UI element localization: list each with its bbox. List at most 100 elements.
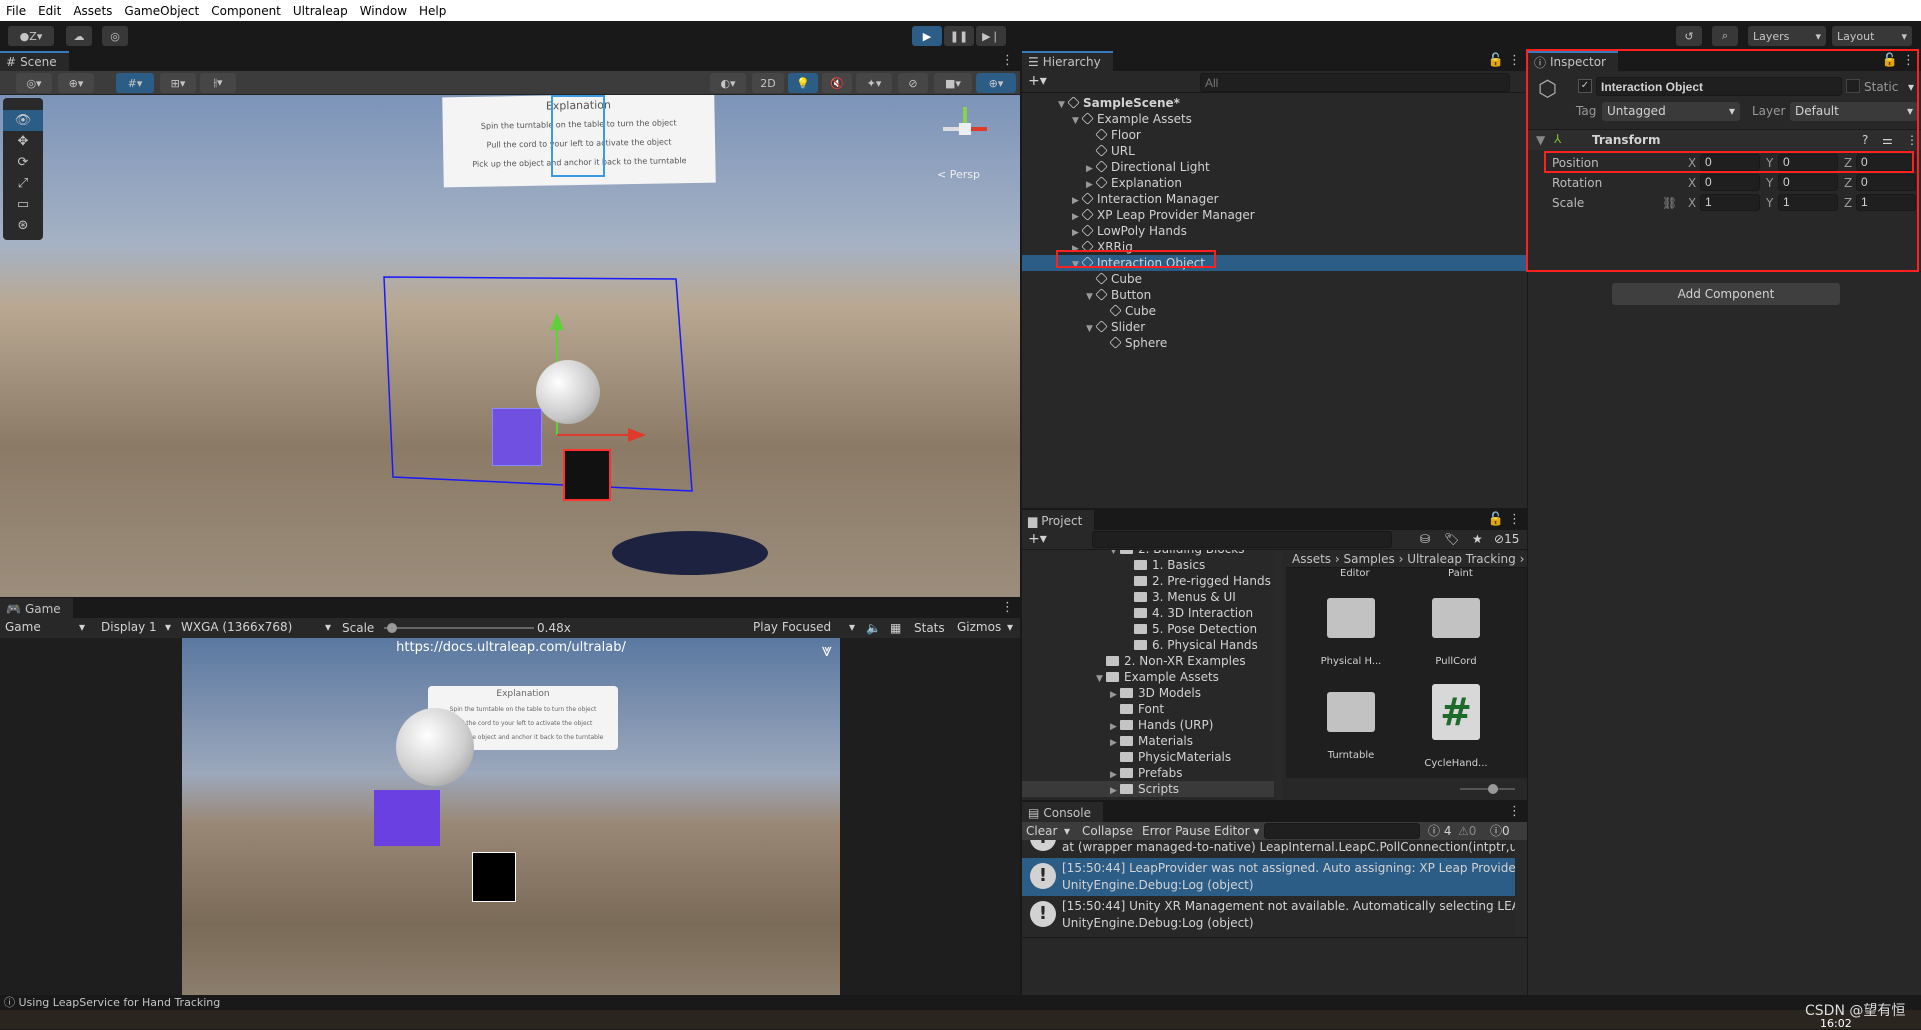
- position-z-input[interactable]: [1856, 154, 1916, 171]
- more-icon[interactable]: ⋮: [1001, 600, 1014, 615]
- project-folder[interactable]: Font: [1022, 701, 1274, 717]
- menu-gameobject[interactable]: GameObject: [124, 4, 199, 18]
- component-menu-icon[interactable]: ⋮: [1906, 133, 1918, 147]
- add-component-button[interactable]: Add Component: [1612, 283, 1840, 305]
- editor-dropdown[interactable]: Editor ▾: [1214, 822, 1259, 840]
- help-icon[interactable]: ?: [1862, 133, 1868, 147]
- tab-console[interactable]: ▤ Console: [1022, 802, 1103, 822]
- rect-tool-icon[interactable]: ▭: [3, 194, 43, 215]
- menu-assets[interactable]: Assets: [73, 4, 112, 18]
- scale-slider[interactable]: [384, 623, 534, 633]
- hidden-packages-icon[interactable]: ⊘15: [1494, 532, 1519, 546]
- project-folder[interactable]: ▶ Scripts: [1022, 781, 1274, 797]
- more-icon[interactable]: ⋮: [1508, 804, 1521, 819]
- project-folder[interactable]: PhysicMaterials: [1022, 749, 1274, 765]
- console-search-input[interactable]: [1264, 823, 1420, 839]
- favorite-icon[interactable]: ★: [1472, 532, 1483, 546]
- scene-viewport[interactable]: Explanation Spin the turntable on the ta…: [0, 95, 1020, 597]
- scale-slider-knob[interactable]: [386, 623, 397, 633]
- tab-game[interactable]: 🎮 Game: [0, 598, 73, 618]
- static-checkbox[interactable]: [1846, 79, 1860, 93]
- more-icon[interactable]: 🔓 ⋮: [1488, 512, 1521, 527]
- view-dropdown[interactable]: Game: [0, 618, 90, 637]
- position-x-input[interactable]: [1700, 154, 1760, 171]
- effects-icon[interactable]: ✦▾: [856, 73, 892, 93]
- collapse-button[interactable]: Collapse: [1082, 822, 1133, 840]
- project-folder[interactable]: ▶ Materials: [1022, 733, 1274, 749]
- filter-type-icon[interactable]: ⛁: [1420, 532, 1430, 546]
- scale-z-input[interactable]: [1856, 194, 1916, 211]
- tag-dropdown[interactable]: Untagged: [1602, 102, 1740, 121]
- icon-size-slider[interactable]: [1488, 784, 1498, 794]
- rotation-z-input[interactable]: [1856, 174, 1916, 191]
- menu-ultraleap[interactable]: Ultraleap: [293, 4, 348, 18]
- hierarchy-item[interactable]: ▼ Button: [1022, 287, 1527, 303]
- console-entry[interactable]: ! [15:50:44] LeapProvider was not assigne…: [1022, 858, 1515, 896]
- hierarchy-item[interactable]: Sphere: [1022, 335, 1527, 351]
- hierarchy-item[interactable]: Cube: [1022, 271, 1527, 287]
- lighting-icon[interactable]: 💡: [788, 73, 818, 93]
- camera-icon[interactable]: ■▾: [934, 73, 972, 93]
- active-checkbox[interactable]: ✓: [1578, 79, 1592, 93]
- increment-snap-icon[interactable]: ⫲▾: [200, 73, 236, 93]
- more-icon[interactable]: 🔓 ⋮: [1488, 53, 1521, 68]
- more-icon[interactable]: 🔓 ⋮: [1882, 53, 1915, 68]
- layout-dropdown[interactable]: Layout ▾: [1832, 26, 1912, 46]
- project-folder[interactable]: ▶ Hands (URP): [1022, 717, 1274, 733]
- step-button[interactable]: ▶❘: [976, 26, 1006, 46]
- tab-scene[interactable]: # Scene: [0, 51, 69, 71]
- constrain-proportions-icon[interactable]: ⛓: [1662, 196, 1677, 210]
- asset-item[interactable]: Turntable: [1306, 692, 1396, 761]
- view-tool-icon[interactable]: 👁: [3, 110, 43, 131]
- stats-grid-icon[interactable]: ▦: [890, 621, 901, 635]
- hierarchy-item[interactable]: ▼ Slider: [1022, 319, 1527, 335]
- console-entry[interactable]: ![15:50:42] Exception: System.Threading.…: [1022, 840, 1515, 858]
- project-folder[interactable]: ▶ 3D Models: [1022, 685, 1274, 701]
- project-folder[interactable]: ▶ Prefabs: [1022, 765, 1274, 781]
- breadcrumb-assets[interactable]: Assets: [1292, 552, 1331, 566]
- shading-icon[interactable]: ◐▾: [710, 73, 746, 93]
- expand-arrow-icon[interactable]: ▶: [1110, 783, 1120, 799]
- project-folder[interactable]: 6. Physical Hands: [1022, 637, 1274, 653]
- hierarchy-item[interactable]: ▶ XP Leap Provider Manager: [1022, 207, 1527, 223]
- menu-window[interactable]: Window: [360, 4, 407, 18]
- rotate-tool-icon[interactable]: ⟳: [3, 152, 43, 173]
- play-button[interactable]: ▶: [912, 26, 942, 46]
- move-tool-icon[interactable]: ✥: [3, 131, 43, 152]
- create-button[interactable]: +▾: [1028, 73, 1047, 89]
- hierarchy-search-input[interactable]: [1200, 73, 1510, 92]
- hierarchy-item[interactable]: ▶ Explanation: [1022, 175, 1527, 191]
- foldout-icon[interactable]: ▼: [1536, 133, 1545, 147]
- project-folder[interactable]: 4. 3D Interaction: [1022, 605, 1274, 621]
- 2d-toggle[interactable]: 2D: [752, 73, 784, 93]
- project-folder[interactable]: 2. Non-XR Examples: [1022, 653, 1274, 669]
- transform-header[interactable]: ▼ ⅄ Transform ? ⚌ ⋮: [1528, 130, 1921, 150]
- hierarchy-item[interactable]: ▼ SampleScene*: [1022, 95, 1527, 111]
- cloud-icon[interactable]: ☁: [66, 26, 92, 46]
- error-count[interactable]: ⓘ0: [1490, 822, 1510, 840]
- menu-file[interactable]: File: [6, 4, 26, 18]
- project-search-input[interactable]: [1092, 531, 1392, 548]
- search-icon[interactable]: ⌕: [1712, 26, 1738, 46]
- visibility-icon[interactable]: ⊘: [898, 73, 928, 93]
- game-viewport[interactable]: https://docs.ultraleap.com/ultralab/ ⩔ E…: [182, 638, 840, 995]
- more-icon[interactable]: ⋮: [1001, 53, 1014, 68]
- scale-x-input[interactable]: [1700, 194, 1760, 211]
- console-entry[interactable]: ! [15:50:44] Unity XR Management not avai…: [1022, 896, 1515, 934]
- gizmos-dropdown[interactable]: Gizmos: [952, 618, 1018, 637]
- project-folder[interactable]: ▼ Example Assets: [1022, 669, 1274, 685]
- static-dropdown-icon[interactable]: ▾: [1908, 80, 1914, 94]
- asset-item[interactable]: PullCord: [1411, 598, 1501, 667]
- menu-edit[interactable]: Edit: [38, 4, 61, 18]
- hierarchy-item[interactable]: Cube: [1022, 303, 1527, 319]
- scale-y-input[interactable]: [1778, 194, 1838, 211]
- hierarchy-item[interactable]: ▶ LowPoly Hands: [1022, 223, 1527, 239]
- stats-button[interactable]: Stats: [914, 621, 945, 635]
- history-icon[interactable]: ↺: [1676, 26, 1702, 46]
- display-dropdown[interactable]: Display 1: [96, 618, 176, 637]
- clear-options-icon[interactable]: ▾: [1064, 822, 1070, 840]
- account-button[interactable]: ● Z ▾: [8, 26, 54, 46]
- hierarchy-item[interactable]: ▶ Interaction Manager: [1022, 191, 1527, 207]
- hierarchy-item[interactable]: ▶ Directional Light: [1022, 159, 1527, 175]
- asset-item[interactable]: # CycleHand...: [1411, 684, 1501, 769]
